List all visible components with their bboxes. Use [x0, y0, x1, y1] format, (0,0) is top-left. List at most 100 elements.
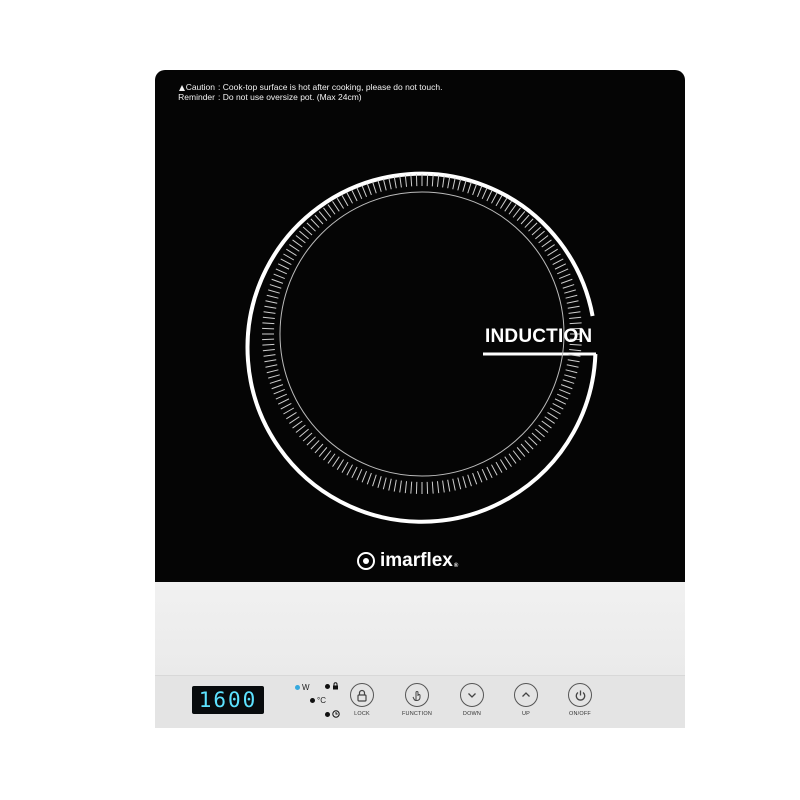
zone-tick	[327, 204, 336, 215]
zone-tick	[299, 428, 309, 438]
zone-tick	[271, 278, 284, 284]
zone-tick	[314, 443, 324, 454]
zone-tick	[535, 230, 545, 240]
zone-tick	[283, 253, 295, 261]
zone-tick	[547, 412, 558, 420]
zone-tick	[544, 244, 555, 252]
function-button[interactable]: FUNCTION	[392, 683, 442, 717]
timer-indicator-light	[325, 711, 330, 717]
power-button[interactable]: ON/OFF	[555, 683, 605, 717]
lock-button[interactable]: LOCK	[337, 683, 387, 717]
zone-tick	[318, 447, 328, 457]
power-icon	[568, 683, 592, 707]
zone-tick	[520, 214, 530, 225]
zone-tick	[565, 294, 578, 299]
zone-tick	[404, 481, 408, 494]
zone-tick	[552, 403, 564, 410]
trademark-symbol: ®	[453, 563, 459, 569]
zone-tick	[341, 195, 349, 207]
zone-tick	[462, 476, 467, 488]
up-button[interactable]: UP	[501, 683, 551, 717]
zone-tick	[295, 424, 306, 433]
zone-tick	[565, 369, 578, 374]
zone-tick	[336, 198, 344, 209]
zone-tick	[264, 359, 277, 363]
lock-indicator-light	[325, 683, 330, 689]
zone-tick	[341, 461, 349, 473]
zone-tick	[531, 432, 542, 442]
zone-tick	[361, 471, 368, 483]
zone-tick	[568, 311, 581, 314]
zone-tick	[436, 481, 440, 494]
power-button-label: ON/OFF	[569, 711, 591, 717]
zone-tick	[264, 305, 277, 309]
zone-tick	[346, 464, 353, 476]
up-button-label: UP	[521, 711, 531, 717]
glass-surface: Caution : Cook-top surface is hot after …	[155, 70, 685, 582]
down-button[interactable]: DOWN	[447, 683, 497, 717]
zone-tick	[372, 474, 377, 487]
zone-tick	[436, 174, 440, 187]
zone-tick	[377, 180, 382, 192]
zone-tick	[262, 348, 275, 352]
celsius-indicator-label: °C	[317, 696, 326, 705]
zone-tick	[292, 420, 303, 429]
indicator-celsius: °C	[310, 696, 326, 705]
zone-tick	[265, 300, 278, 304]
power-display: 1600	[192, 686, 264, 714]
brand-mark-icon	[357, 552, 375, 570]
zone-tick	[467, 474, 472, 487]
zone-tick	[393, 479, 397, 492]
zone-tick	[504, 201, 512, 212]
zone-tick	[538, 235, 549, 244]
zone-tick	[538, 424, 549, 433]
watt-indicator-light	[295, 685, 300, 690]
zone-tick	[566, 300, 579, 304]
zone-tick	[452, 478, 456, 491]
zone-tick	[541, 420, 552, 429]
zone-tick	[306, 222, 316, 232]
zone-tick	[372, 181, 377, 194]
zone-tick	[541, 239, 552, 248]
zone-tick	[268, 289, 280, 294]
zone-tick	[366, 472, 372, 485]
zone-tick	[262, 316, 275, 320]
zone-tick	[569, 316, 582, 320]
zone-tick	[528, 436, 538, 446]
zone-tick	[486, 466, 493, 479]
zone-tick	[566, 364, 579, 368]
zone-tick	[289, 244, 300, 252]
zone-tick	[508, 453, 517, 464]
zone-tick	[452, 177, 456, 190]
zone-tick	[512, 207, 521, 218]
zone-tick	[283, 407, 295, 415]
zone-tick	[332, 456, 340, 467]
zone-tick	[457, 178, 462, 191]
zone-tick	[306, 436, 316, 446]
zone-tick	[302, 226, 313, 236]
zone-tick	[299, 230, 309, 240]
zone-tick	[269, 284, 282, 289]
zone-tick	[382, 477, 387, 490]
zone-tick	[547, 248, 558, 256]
zone-tick	[262, 322, 275, 325]
zone-tick	[295, 235, 306, 244]
zone-tick	[559, 273, 571, 280]
lock-button-label: LOCK	[354, 711, 370, 717]
zone-tick	[356, 187, 363, 199]
zone-tick	[508, 204, 517, 215]
zone-tick	[410, 481, 413, 494]
zone-tick	[275, 268, 287, 275]
zone-tick	[500, 459, 508, 470]
zone-tick	[531, 226, 542, 236]
zone-tick	[486, 189, 493, 202]
celsius-indicator-light	[310, 698, 315, 703]
zone-tick	[292, 239, 303, 248]
zone-tick	[393, 176, 397, 189]
chevron-down-icon	[460, 683, 484, 707]
zone-tick	[310, 218, 320, 228]
zone-tick	[280, 403, 292, 410]
zone-tick	[520, 443, 530, 454]
zone-tick	[476, 471, 483, 483]
zone-tick	[495, 195, 503, 207]
